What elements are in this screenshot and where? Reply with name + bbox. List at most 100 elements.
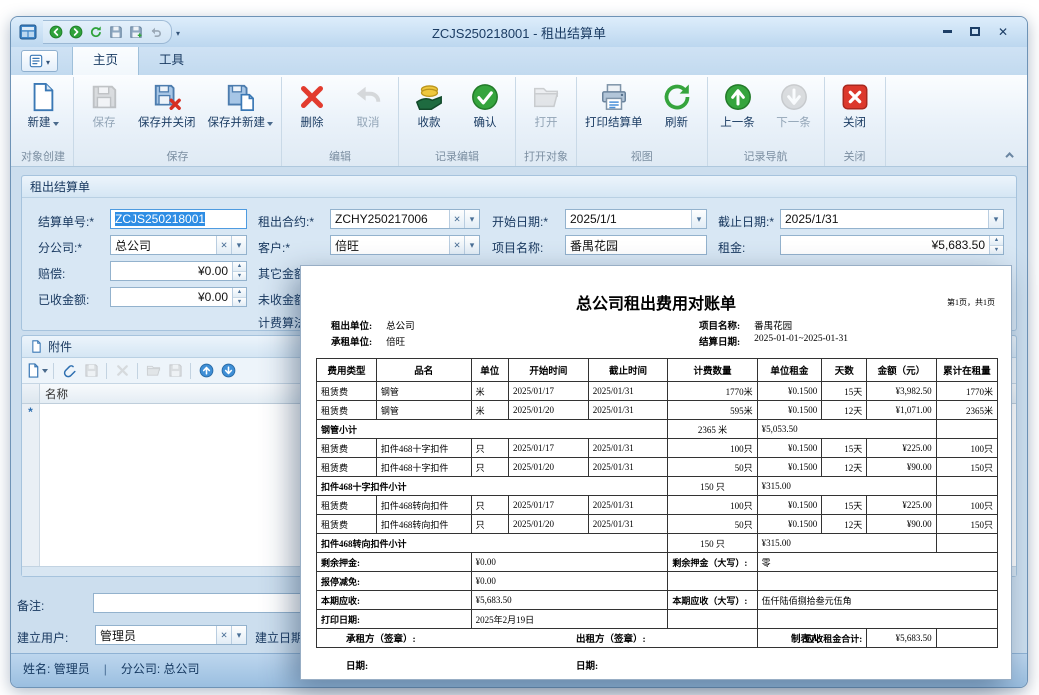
- tab-tools[interactable]: 工具: [139, 44, 204, 75]
- ribbon: 新建对象创建保存保存并关闭保存并新建保存删除取消编辑收款确认记录编辑打开打开对象…: [11, 75, 1027, 167]
- ribbon-button-print-settlement[interactable]: 打印结算单: [579, 77, 649, 130]
- report-cell: 100只: [668, 439, 757, 458]
- report-cell: 150只: [936, 458, 997, 477]
- report-cell: ¥90.00: [867, 515, 936, 534]
- ribbon-button-new[interactable]: 新建: [15, 77, 71, 130]
- spin-down-icon[interactable]: [233, 298, 246, 307]
- chevron-down-icon[interactable]: [231, 626, 246, 644]
- tab-home[interactable]: 主页: [72, 43, 139, 75]
- save-as-icon: [168, 363, 183, 378]
- customer-label: 客户:*: [258, 239, 290, 256]
- report-page-info: 第1页，共1页: [947, 297, 995, 308]
- status-separator: |: [104, 662, 107, 676]
- received-spin[interactable]: ¥0.00: [110, 287, 247, 307]
- app-menu-button[interactable]: [21, 50, 58, 72]
- ribbon-group-caption: 视图: [579, 149, 705, 166]
- ribbon-button-receive-payment[interactable]: 收款: [401, 77, 457, 130]
- qat-save-new-button[interactable]: [127, 23, 145, 41]
- report-cell: 100只: [936, 439, 997, 458]
- report-cell: 钢管小计: [317, 420, 668, 439]
- spin-down-icon[interactable]: [233, 272, 246, 281]
- report-header-cell: 截止时间: [588, 359, 668, 382]
- spin-up-icon[interactable]: [233, 288, 246, 298]
- ribbon-button-label: 保存: [93, 117, 116, 130]
- report-cell: ¥225.00: [867, 496, 936, 515]
- report-cell: [936, 629, 997, 648]
- attachments-title: 附件: [48, 338, 72, 355]
- ribbon-button-refresh[interactable]: 刷新: [649, 77, 705, 130]
- attachment-move-up-button[interactable]: [196, 361, 216, 381]
- ribbon-button-save-new[interactable]: 保存并新建: [202, 77, 280, 130]
- report-cell: 100只: [668, 496, 757, 515]
- created-user-combo[interactable]: 管理员: [95, 625, 247, 645]
- project-input[interactable]: 番禺花园: [565, 235, 707, 255]
- clear-icon[interactable]: [216, 236, 231, 254]
- report-row: 应收租金合计:¥5,683.50: [317, 629, 998, 648]
- ribbon-button-close[interactable]: 关闭: [827, 77, 883, 130]
- clear-icon[interactable]: [449, 210, 464, 228]
- chevron-down-icon[interactable]: [691, 210, 706, 228]
- attachment-move-down-button[interactable]: [218, 361, 238, 381]
- qat-dropdown-button[interactable]: [172, 23, 184, 41]
- report-cell: [668, 572, 757, 591]
- report-cell: 租赁费: [317, 439, 377, 458]
- chevron-down-icon[interactable]: [464, 210, 479, 228]
- minimize-icon: [943, 30, 952, 33]
- qat-refresh-button[interactable]: [87, 23, 105, 41]
- report-cell: 15天: [822, 496, 867, 515]
- close-button[interactable]: [991, 22, 1015, 41]
- maximize-button[interactable]: [963, 22, 987, 41]
- report-cell: 报停减免:: [317, 572, 472, 591]
- report-cell: 米: [471, 401, 508, 420]
- report-cell: ¥225.00: [867, 439, 936, 458]
- start-date-picker[interactable]: 2025/1/1: [565, 209, 707, 229]
- report-row: 租赁费扣件468转向扣件只2025/01/202025/01/3150只¥0.1…: [317, 515, 998, 534]
- clear-icon[interactable]: [216, 626, 231, 644]
- qat-undo-button[interactable]: [147, 23, 165, 41]
- dropdown-arrow-icon: [267, 122, 273, 126]
- rent-spin[interactable]: ¥5,683.50: [780, 235, 1004, 255]
- report-cell: 租赁费: [317, 458, 377, 477]
- qat-save-button[interactable]: [107, 23, 125, 41]
- titlebar[interactable]: ZCJS250218001 - 租出结算单: [11, 17, 1027, 47]
- end-date-picker[interactable]: 2025/1/31: [780, 209, 1004, 229]
- minimize-button[interactable]: [935, 22, 959, 41]
- delete-icon: [115, 363, 130, 378]
- report-cell: 2025/01/31: [588, 439, 668, 458]
- compensation-spin[interactable]: ¥0.00: [110, 261, 247, 281]
- save-new-icon: [225, 82, 255, 112]
- ribbon-button-delete[interactable]: 删除: [284, 77, 340, 130]
- settlement-no-input[interactable]: ZCJS250218001: [110, 209, 247, 229]
- lessee-sign-label: 承租方（签章）:: [346, 631, 416, 645]
- attachment-attach-button[interactable]: [59, 361, 79, 381]
- chevron-down-icon[interactable]: [464, 236, 479, 254]
- spin-up-icon[interactable]: [990, 236, 1003, 246]
- report-cell: 15天: [822, 439, 867, 458]
- report-cell: 扣件468转向扣件: [376, 496, 471, 515]
- ribbon-group-close: 关闭关闭: [825, 77, 886, 166]
- attachment-delete-button: [112, 361, 132, 381]
- customer-combo[interactable]: 倍旺: [330, 235, 480, 255]
- clear-icon[interactable]: [449, 236, 464, 254]
- qat-forward-button[interactable]: [67, 23, 85, 41]
- screen: ZCJS250218001 - 租出结算单 主页 工具 新建对象创建保存保存并关…: [0, 0, 1039, 695]
- ribbon-button-prev[interactable]: 上一条: [710, 77, 766, 130]
- spin-up-icon[interactable]: [233, 262, 246, 272]
- prev-icon: [723, 82, 753, 112]
- contract-combo[interactable]: ZCHY250217006: [330, 209, 480, 229]
- report-cell: 2025/01/31: [588, 401, 668, 420]
- spin-down-icon[interactable]: [990, 246, 1003, 255]
- status-branch: 分公司: 总公司: [121, 660, 200, 677]
- qat-back-button[interactable]: [47, 23, 65, 41]
- chevron-down-icon[interactable]: [231, 236, 246, 254]
- attachment-new-button[interactable]: [26, 361, 48, 381]
- ribbon-collapse-button[interactable]: [1003, 148, 1019, 162]
- ribbon-button-save-close[interactable]: 保存并关闭: [132, 77, 202, 130]
- ribbon-button-save: 保存: [76, 77, 132, 130]
- report-cell: 50只: [668, 458, 757, 477]
- ribbon-button-cancel: 取消: [340, 77, 396, 130]
- chevron-down-icon[interactable]: [988, 210, 1003, 228]
- new-row-indicator[interactable]: *: [22, 404, 40, 566]
- branch-combo[interactable]: 总公司: [110, 235, 247, 255]
- ribbon-button-confirm[interactable]: 确认: [457, 77, 513, 130]
